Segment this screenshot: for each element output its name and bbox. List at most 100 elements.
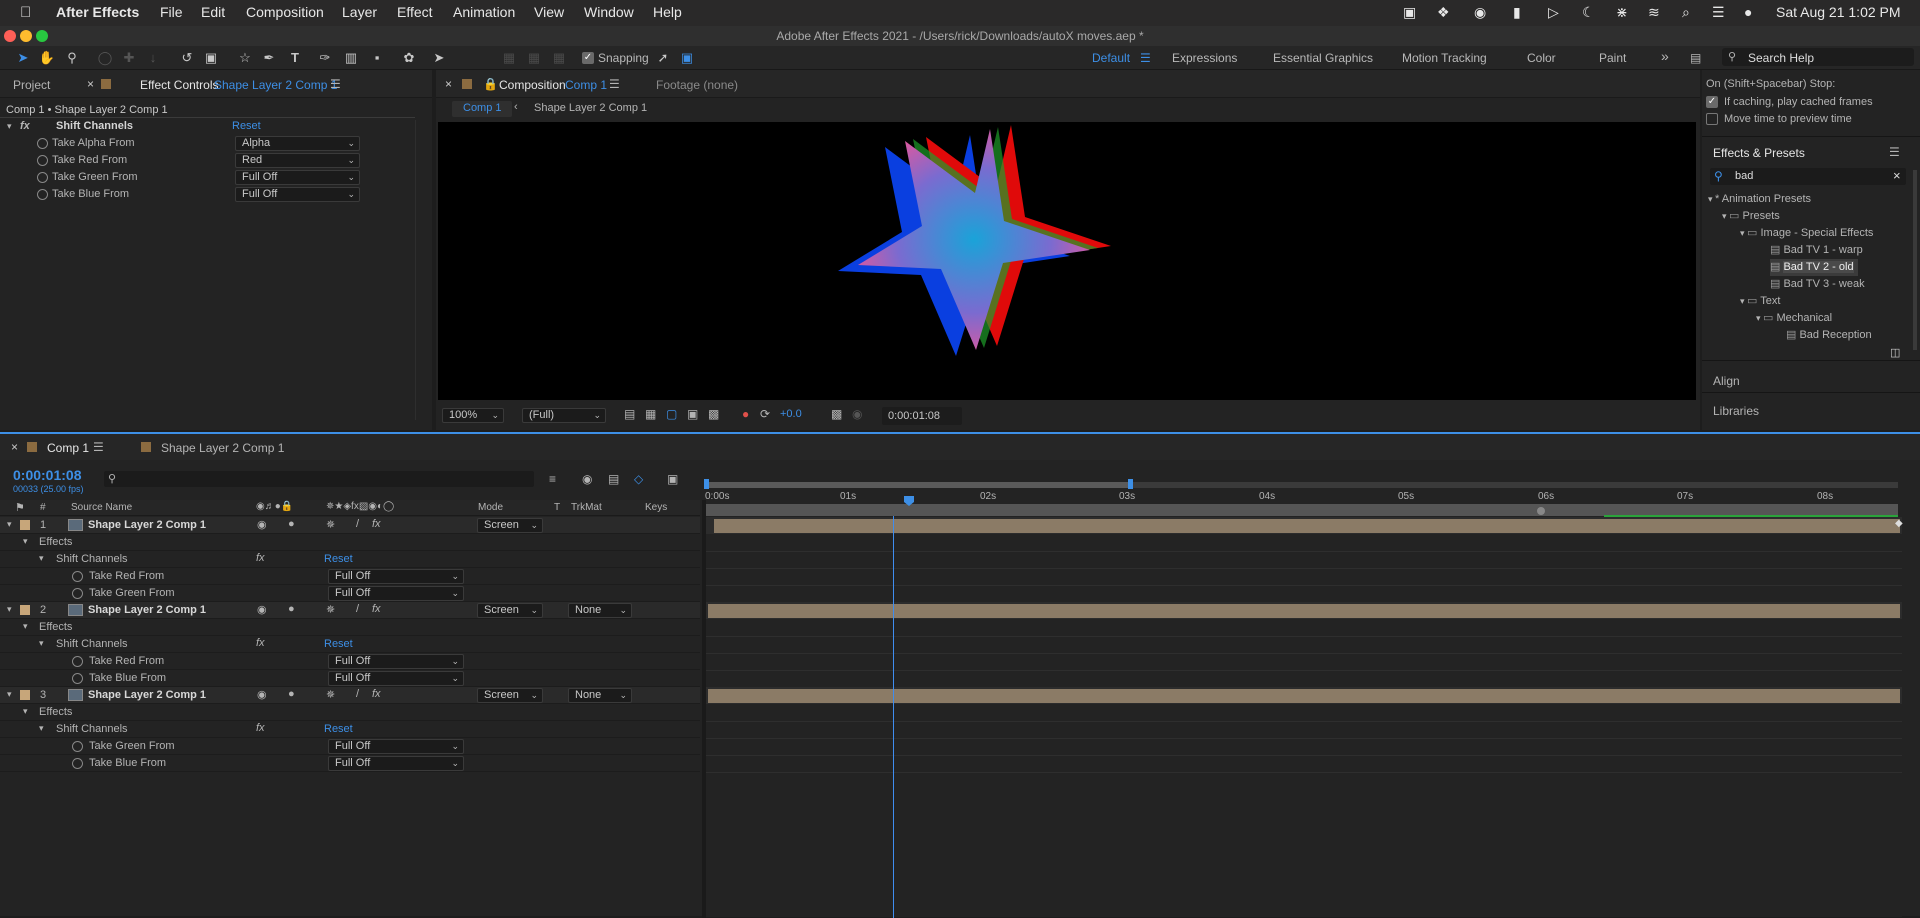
clone-stamp-tool-icon[interactable]: ▥ bbox=[342, 49, 360, 67]
menu-edit[interactable]: Edit bbox=[201, 4, 225, 20]
brush-tool-icon[interactable]: ✑ bbox=[316, 49, 334, 67]
workspace-default[interactable]: Default bbox=[1092, 51, 1130, 65]
timeline-search-field[interactable]: ⚲ bbox=[104, 471, 534, 487]
solo-icon[interactable]: ● bbox=[288, 603, 295, 615]
effect-switch-icon[interactable]: fx bbox=[372, 603, 381, 615]
collapse-transform-icon[interactable]: ✵ bbox=[326, 518, 335, 531]
effect-reset-link[interactable]: Reset bbox=[324, 723, 353, 735]
layer-row-1[interactable]: ▾ 1 Shape Layer 2 Comp 1 ◉ ● ✵ / fx Scre… bbox=[0, 517, 700, 534]
new-bin-icon[interactable]: ◫ bbox=[1890, 346, 1900, 359]
layer-name[interactable]: Shape Layer 2 Comp 1 bbox=[88, 604, 206, 616]
tree-item-bad-tv-1[interactable]: ▤ Bad TV 1 - warp bbox=[1770, 242, 1863, 259]
zoom-window-button[interactable] bbox=[36, 30, 48, 42]
orbit-camera-icon[interactable]: ◯ bbox=[96, 49, 114, 67]
property-dropdown[interactable]: Full Off ⌄ bbox=[328, 654, 464, 669]
workspace-essential-graphics[interactable]: Essential Graphics bbox=[1273, 51, 1373, 65]
sync-settings-icon[interactable]: ▤ bbox=[1690, 51, 1701, 65]
take-red-from-dropdown[interactable]: Red ⌄ bbox=[235, 153, 360, 168]
take-alpha-from-dropdown[interactable]: Alpha ⌄ bbox=[235, 136, 360, 151]
wifi-icon[interactable]: ≋ bbox=[1648, 4, 1660, 21]
tab-footage[interactable]: Footage (none) bbox=[656, 78, 738, 92]
stopwatch-icon[interactable] bbox=[72, 758, 83, 769]
take-blue-from-dropdown[interactable]: Full Off ⌄ bbox=[235, 187, 360, 202]
layer-duration-bar-2[interactable] bbox=[708, 604, 1900, 618]
app-menu[interactable]: After Effects bbox=[56, 4, 139, 20]
creative-cloud-icon[interactable]: ◉ bbox=[1474, 4, 1486, 21]
graph-editor-icon[interactable]: ▣ bbox=[667, 472, 678, 486]
layer-mode-dropdown[interactable]: Screen ⌄ bbox=[477, 688, 543, 703]
visibility-eye-icon[interactable]: ◉ bbox=[257, 688, 267, 701]
tree-item-image-special-effects[interactable]: ▾ ▭ Image - Special Effects bbox=[1740, 225, 1873, 242]
fast-previews-icon[interactable]: ▤ bbox=[624, 407, 635, 421]
menu-layer[interactable]: Layer bbox=[342, 4, 377, 20]
collapse-arrow-icon[interactable]: ▾ bbox=[39, 638, 44, 649]
stopwatch-icon[interactable] bbox=[37, 155, 48, 166]
stopwatch-icon[interactable] bbox=[72, 741, 83, 752]
workspace-paint[interactable]: Paint bbox=[1599, 51, 1626, 65]
menu-composition[interactable]: Composition bbox=[246, 4, 324, 20]
siri-icon[interactable]: ● bbox=[1744, 4, 1752, 20]
frame-blending-icon[interactable]: ◇ bbox=[634, 472, 643, 486]
work-area-start-handle[interactable] bbox=[704, 479, 709, 489]
layer-name[interactable]: Shape Layer 2 Comp 1 bbox=[88, 689, 206, 701]
exposure-value[interactable]: +0.0 bbox=[780, 408, 802, 420]
fx-icon[interactable]: fx bbox=[256, 552, 265, 564]
tree-item-presets[interactable]: ▾ ▭ Presets bbox=[1722, 208, 1780, 225]
menu-view[interactable]: View bbox=[534, 4, 564, 20]
keyframe-marker[interactable] bbox=[1537, 507, 1545, 515]
composition-lock-icon[interactable]: 🔒 bbox=[483, 77, 498, 91]
selection-tool-icon[interactable]: ➤ bbox=[14, 49, 32, 67]
layer-label-swatch[interactable] bbox=[20, 520, 30, 530]
layer-row-3[interactable]: ▾ 3 Shape Layer 2 Comp 1 ◉ ● ✵ / fx Scre… bbox=[0, 687, 700, 704]
tree-item-bad-tv-3[interactable]: ▤ Bad TV 3 - weak bbox=[1770, 276, 1865, 293]
stopwatch-icon[interactable] bbox=[37, 138, 48, 149]
source-name-header[interactable]: Source Name bbox=[71, 502, 132, 513]
stopwatch-icon[interactable] bbox=[72, 571, 83, 582]
label-column-icon[interactable]: ⚑ bbox=[15, 501, 25, 514]
stopwatch-icon[interactable] bbox=[37, 189, 48, 200]
layer-row-2[interactable]: ▾ 2 Shape Layer 2 Comp 1 ◉ ● ✵ / fx Scre… bbox=[0, 602, 700, 619]
effect-switch-icon[interactable]: fx bbox=[372, 518, 381, 530]
workspace-menu-icon[interactable]: ☰ bbox=[1140, 51, 1151, 65]
tree-item-text[interactable]: ▾ ▭ Text bbox=[1740, 293, 1780, 310]
bluetooth-icon[interactable]: ⋇ bbox=[1616, 4, 1628, 21]
panel-lock-icon[interactable] bbox=[101, 79, 111, 89]
effect-switch-icon[interactable]: fx bbox=[372, 688, 381, 700]
breadcrumb-comp[interactable]: Comp 1 bbox=[463, 102, 502, 114]
control-center-icon[interactable]: ☰ bbox=[1712, 4, 1725, 21]
axis-local-icon[interactable]: ▦ bbox=[500, 49, 518, 67]
tree-scrollbar[interactable] bbox=[1913, 170, 1917, 350]
clock[interactable]: Sat Aug 21 1:02 PM bbox=[1776, 4, 1901, 20]
tab-project[interactable]: Project bbox=[13, 78, 50, 92]
property-dropdown[interactable]: Full Off ⌄ bbox=[328, 586, 464, 601]
collapse-arrow-icon[interactable]: ▾ bbox=[23, 706, 28, 717]
spotlight-search-icon[interactable]: ⌕ bbox=[1682, 4, 1690, 21]
comp-end-marker-icon[interactable]: ◆ bbox=[1895, 518, 1903, 529]
tab-composition[interactable]: Composition bbox=[499, 78, 566, 92]
type-tool-icon[interactable]: T bbox=[286, 49, 304, 67]
stopwatch-icon[interactable] bbox=[72, 656, 83, 667]
fx-icon[interactable]: fx bbox=[256, 722, 265, 734]
collapse-arrow-icon[interactable]: ▾ bbox=[39, 723, 44, 734]
effect-reset-link[interactable]: Reset bbox=[324, 638, 353, 650]
minimize-window-button[interactable] bbox=[20, 30, 32, 42]
more-workspaces-icon[interactable]: » bbox=[1661, 48, 1669, 64]
search-help-field[interactable]: ⚲ Search Help bbox=[1722, 48, 1914, 66]
layer-label-swatch[interactable] bbox=[20, 605, 30, 615]
take-green-from-dropdown[interactable]: Full Off ⌄ bbox=[235, 170, 360, 185]
layer-label-swatch[interactable] bbox=[20, 690, 30, 700]
work-area-end-handle[interactable] bbox=[1128, 479, 1133, 489]
quality-icon[interactable]: / bbox=[356, 688, 359, 700]
collapse-arrow-icon[interactable]: ▾ bbox=[39, 553, 44, 564]
apple-icon[interactable]:  bbox=[20, 4, 31, 21]
snapping-checkbox[interactable]: ✓ bbox=[582, 52, 594, 64]
puppet-pin-tool-icon[interactable]: ➤ bbox=[430, 49, 448, 67]
mask-visibility-icon[interactable]: ▢ bbox=[666, 407, 677, 421]
panel-menu-icon[interactable]: ☰ bbox=[93, 440, 104, 454]
transparency-grid-icon[interactable]: ▦ bbox=[645, 407, 656, 421]
collapse-arrow-icon[interactable]: ▾ bbox=[7, 689, 12, 700]
property-dropdown[interactable]: Full Off ⌄ bbox=[328, 756, 464, 771]
snap-edges-icon[interactable]: ➚ bbox=[654, 49, 672, 67]
menu-animation[interactable]: Animation bbox=[453, 4, 515, 20]
align-panel-title[interactable]: Align bbox=[1713, 374, 1740, 388]
